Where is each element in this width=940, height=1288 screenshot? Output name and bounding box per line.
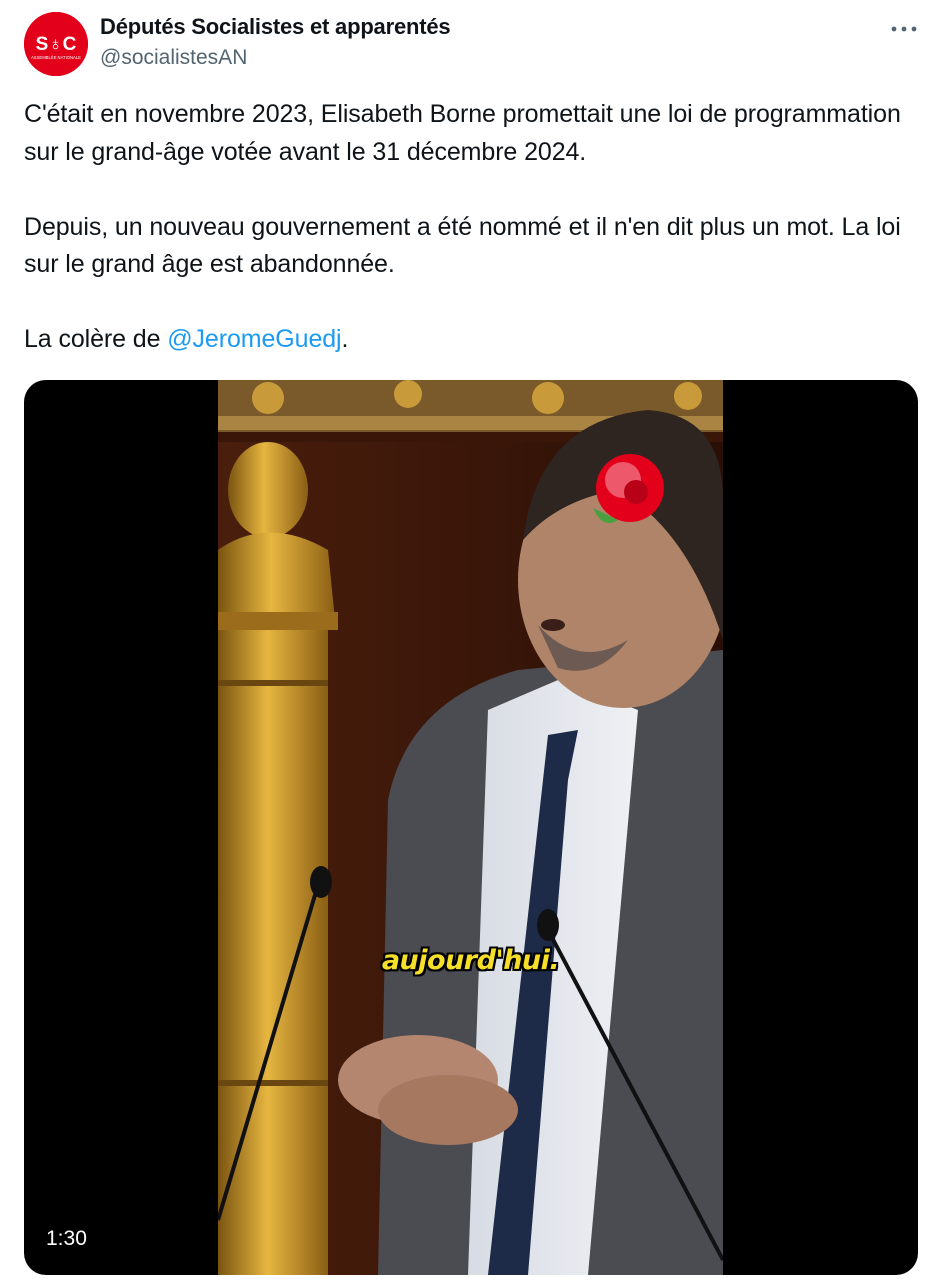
tweet: S♁C ASSEMBLÉE NATIONALE Députés Socialis… xyxy=(0,0,940,1288)
more-horizontal-icon xyxy=(891,26,917,32)
more-options-button[interactable] xyxy=(884,12,924,46)
video-caption: aujourd'hui. xyxy=(381,945,560,976)
svg-text:S♁C: S♁C xyxy=(36,34,77,55)
tweet-paragraph-3: La colère de @JeromeGuedj. xyxy=(24,321,904,359)
video-player[interactable]: aujourd'hui. 1:30 xyxy=(24,380,918,1275)
paragraph-3-suffix: . xyxy=(341,325,349,353)
soc-logo-icon: S♁C ASSEMBLÉE NATIONALE xyxy=(24,12,88,76)
author-handle[interactable]: @socialistesAN xyxy=(100,46,247,70)
mention-link[interactable]: @JeromeGuedj xyxy=(167,325,341,353)
tweet-paragraph-1: C'était en novembre 2023, Elisabeth Born… xyxy=(24,100,901,166)
video-frame: aujourd'hui. xyxy=(218,380,723,1275)
tweet-text: C'était en novembre 2023, Elisabeth Born… xyxy=(24,96,904,359)
avatar[interactable]: S♁C ASSEMBLÉE NATIONALE xyxy=(24,12,88,76)
author-display-name[interactable]: Députés Socialistes et apparentés xyxy=(100,14,451,40)
video-duration-badge: 1:30 xyxy=(40,1225,93,1253)
svg-text:ASSEMBLÉE NATIONALE: ASSEMBLÉE NATIONALE xyxy=(31,55,81,60)
tweet-paragraph-2: Depuis, un nouveau gouvernement a été no… xyxy=(24,212,901,279)
paragraph-3-prefix: La colère de xyxy=(24,325,168,353)
video-still-image xyxy=(218,380,723,1275)
